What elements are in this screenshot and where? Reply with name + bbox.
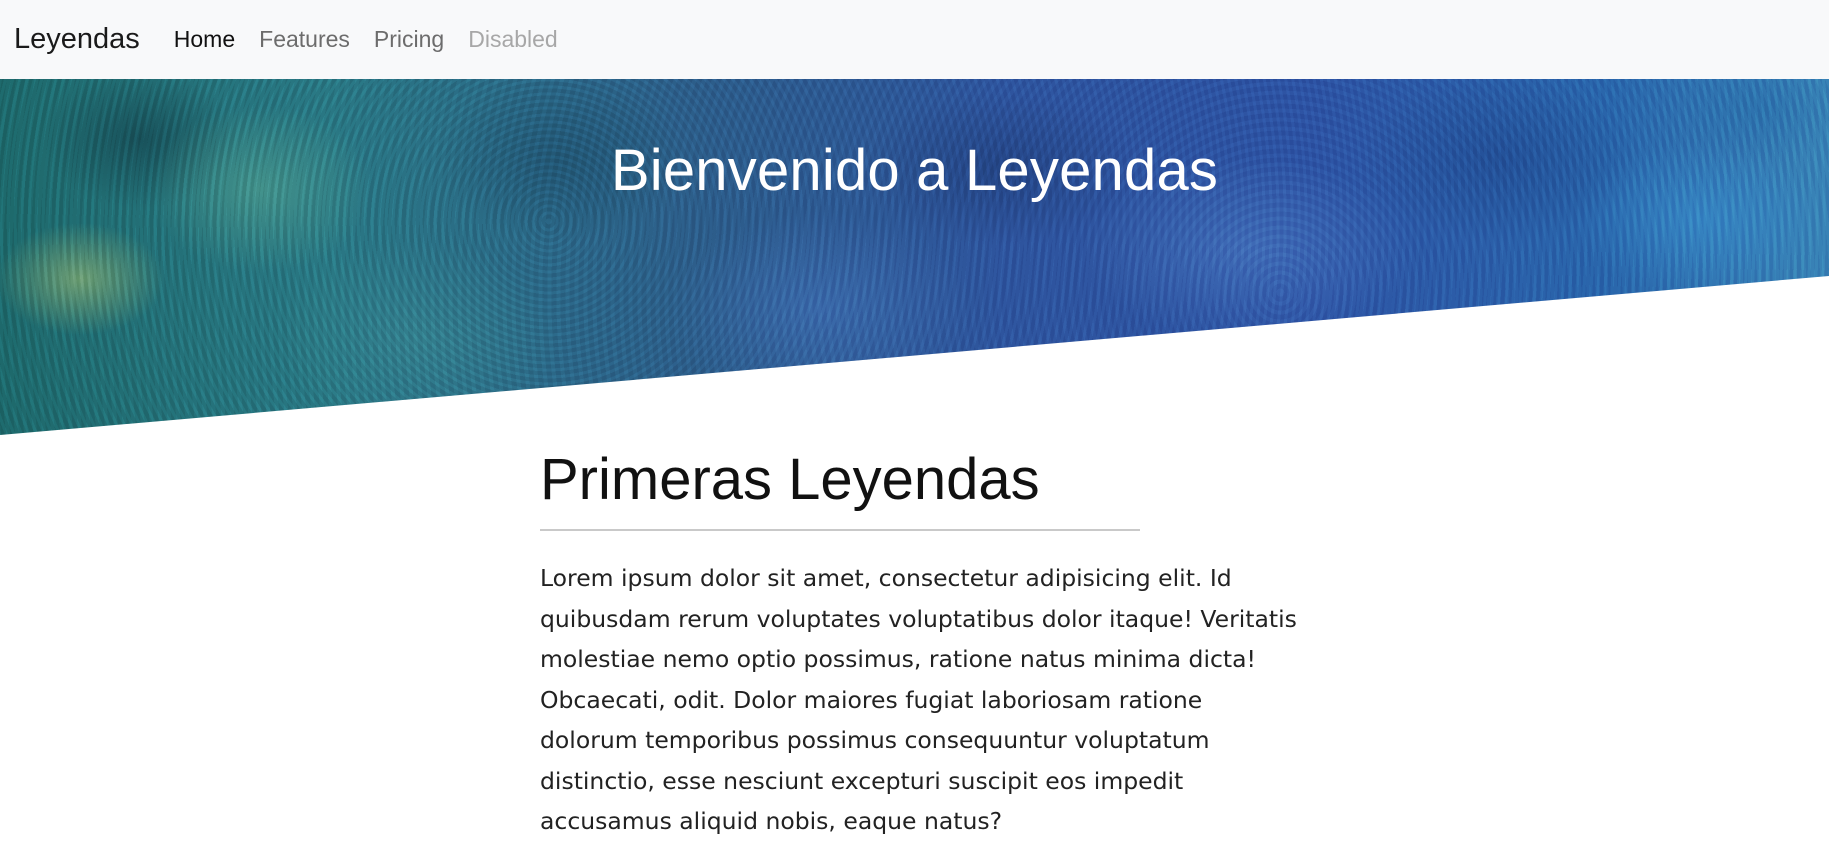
nav-link-disabled: Disabled	[468, 26, 558, 52]
section-paragraph: Lorem ipsum dolor sit amet, consectetur …	[540, 564, 1297, 835]
section-divider	[540, 529, 1140, 531]
hero-title: Bienvenido a Leyendas	[610, 138, 1219, 203]
main-content: Primeras Leyendas Lorem ipsum dolor sit …	[540, 445, 1297, 842]
nav-link-pricing[interactable]: Pricing	[362, 26, 456, 53]
hero-banner: Bienvenido a Leyendas	[0, 79, 1829, 435]
hero-texture	[0, 79, 1829, 435]
navbar: Leyendas Home Features Pricing Disabled	[0, 0, 1829, 79]
nav-links: Home Features Pricing Disabled	[162, 26, 570, 53]
brand-link[interactable]: Leyendas	[14, 23, 140, 56]
nav-link-features[interactable]: Features	[247, 26, 362, 53]
nav-link-home[interactable]: Home	[162, 26, 247, 53]
section-title: Primeras Leyendas	[540, 447, 1040, 512]
